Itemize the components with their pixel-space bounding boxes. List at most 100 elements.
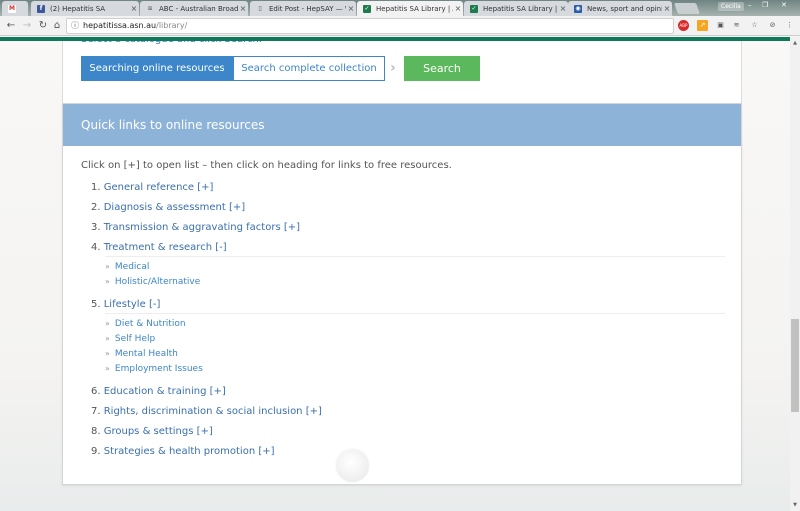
double-chevron-icon: » bbox=[105, 334, 110, 343]
quick-link-item: 2. Diagnosis & assessment [+] bbox=[91, 201, 725, 221]
tab-title: News, sport and opinion bbox=[587, 4, 662, 13]
gmail-icon: M bbox=[8, 4, 16, 13]
tab-title: Hepatitis SA Library | A n bbox=[483, 4, 558, 13]
quick-link-heading[interactable]: Groups & settings bbox=[104, 426, 194, 437]
scroll-down-arrow[interactable]: ▼ bbox=[791, 500, 799, 510]
browser-tab[interactable]: ✓ Hepatitis SA Library | A n× bbox=[357, 1, 463, 16]
item-number: 6. bbox=[91, 386, 101, 397]
sub-link-item: » Medical bbox=[105, 260, 725, 275]
expand-toggle[interactable]: [+] bbox=[197, 426, 213, 437]
quick-link-heading[interactable]: General reference bbox=[104, 182, 194, 193]
option-complete-collection[interactable]: Search complete collection bbox=[233, 56, 385, 81]
document-icon: ▯ bbox=[256, 4, 264, 13]
browser-tab[interactable]: ≋ ABC - Australian Broadc × bbox=[140, 1, 248, 16]
tab-title: Hepatitis SA Library | A n bbox=[376, 4, 453, 13]
tab-title: Edit Post - HepSAY — W bbox=[269, 4, 346, 13]
page-content: Select a catalogue and click Search. Sea… bbox=[0, 41, 790, 511]
sub-link-item: » Diet & Nutrition bbox=[105, 317, 725, 332]
expand-toggle[interactable]: [-] bbox=[215, 242, 226, 253]
quick-link-item: 3. Transmission & aggravating factors [+… bbox=[91, 221, 725, 241]
bookmark-star-icon[interactable]: ☆ bbox=[749, 20, 760, 31]
back-icon[interactable]: ← bbox=[4, 19, 18, 33]
expand-toggle[interactable]: [+] bbox=[284, 222, 300, 233]
buffer-icon[interactable]: ≋ bbox=[731, 20, 742, 31]
new-tab-button[interactable] bbox=[673, 3, 701, 14]
double-chevron-icon: » bbox=[105, 319, 110, 328]
quick-link-heading[interactable]: Lifestyle bbox=[104, 299, 146, 310]
loading-spinner bbox=[336, 449, 369, 482]
info-icon[interactable]: ⓘ bbox=[71, 19, 79, 33]
quick-link-item: 7. Rights, discrimination & social inclu… bbox=[91, 405, 725, 425]
close-tab-icon[interactable]: × bbox=[129, 4, 139, 13]
adblock-icon[interactable]: ABP bbox=[678, 20, 689, 31]
quick-links-panel: Quick links to online resources Click on… bbox=[62, 103, 742, 485]
item-number: 7. bbox=[91, 406, 101, 417]
expand-toggle[interactable]: [+] bbox=[197, 182, 213, 193]
quick-link-item: 6. Education & training [+] bbox=[91, 385, 725, 405]
reload-icon[interactable]: ↻ bbox=[36, 19, 50, 33]
quick-link-heading[interactable]: Rights, discrimination & social inclusio… bbox=[104, 406, 303, 417]
quick-links-list: 1. General reference [+] 2. Diagnosis & a… bbox=[91, 181, 725, 465]
item-number: 3. bbox=[91, 222, 101, 233]
scroll-up-arrow[interactable]: ▲ bbox=[791, 38, 799, 48]
browser-tab[interactable]: ✓ Hepatitis SA Library | A n× bbox=[464, 1, 568, 16]
close-tab-icon[interactable]: × bbox=[662, 4, 672, 13]
close-tab-icon[interactable]: × bbox=[238, 4, 248, 13]
expand-toggle[interactable]: [+] bbox=[210, 386, 226, 397]
forward-icon[interactable]: → bbox=[20, 19, 34, 33]
expand-toggle[interactable]: [+] bbox=[258, 446, 274, 457]
quick-link-heading[interactable]: Strategies & health promotion bbox=[104, 446, 255, 457]
close-tab-icon[interactable]: × bbox=[558, 4, 568, 13]
browser-tab[interactable]: M bbox=[2, 1, 28, 16]
url-host: hepatitissa.asn.au bbox=[83, 21, 157, 30]
page-scrollbar[interactable]: ▲ ▼ bbox=[790, 37, 800, 511]
tab-strip: Mf (2) Hepatitis SA × ≋ ABC - Australian Bro… bbox=[0, 0, 800, 16]
browser-tab[interactable]: ◉ News, sport and opinion× bbox=[568, 1, 672, 16]
search-button[interactable]: Search bbox=[404, 56, 480, 81]
expand-toggle[interactable]: [+] bbox=[229, 202, 245, 213]
restore-icon[interactable]: ❐ bbox=[762, 1, 768, 9]
extension-icon[interactable]: ▣ bbox=[715, 20, 726, 31]
quick-link-item: 8. Groups & settings [+] bbox=[91, 425, 725, 445]
sub-link[interactable]: Employment Issues bbox=[115, 364, 203, 374]
quick-link-heading[interactable]: Transmission & aggravating factors bbox=[104, 222, 281, 233]
sub-link[interactable]: Medical bbox=[115, 262, 149, 272]
close-tab-icon[interactable]: × bbox=[453, 4, 463, 13]
browser-toolbar: ← → ↻ ⌂ ⓘ hepatitissa.asn.au/library/ AB… bbox=[0, 16, 800, 36]
address-bar[interactable]: ⓘ hepatitissa.asn.au/library/ bbox=[66, 18, 674, 34]
option-online-resources[interactable]: Searching online resources bbox=[81, 56, 233, 81]
quick-link-heading[interactable]: Education & training bbox=[104, 386, 207, 397]
expand-toggle[interactable]: [-] bbox=[149, 299, 160, 310]
news-icon: ◉ bbox=[574, 4, 582, 13]
item-number: 8. bbox=[91, 426, 101, 437]
analytics-extension-icon[interactable]: ↗ bbox=[697, 20, 708, 31]
item-number: 9. bbox=[91, 446, 101, 457]
double-chevron-icon: » bbox=[105, 364, 110, 373]
sub-link[interactable]: Mental Health bbox=[115, 349, 178, 359]
menu-icon[interactable]: ⋮ bbox=[784, 20, 795, 31]
close-tab-icon[interactable]: × bbox=[346, 4, 356, 13]
expand-toggle[interactable]: [+] bbox=[306, 406, 322, 417]
sub-link[interactable]: Self Help bbox=[115, 334, 155, 344]
sub-link-item: » Mental Health bbox=[105, 347, 725, 362]
quick-link-heading[interactable]: Treatment & research bbox=[104, 242, 212, 253]
minimize-icon[interactable]: – bbox=[748, 1, 752, 9]
hepsa-icon: ✓ bbox=[470, 4, 478, 13]
sub-link-list: » Diet & Nutrition » Self Help » Mental Healt… bbox=[105, 313, 725, 377]
sub-link[interactable]: Diet & Nutrition bbox=[115, 319, 186, 329]
item-number: 2. bbox=[91, 202, 101, 213]
quick-link-heading[interactable]: Diagnosis & assessment bbox=[104, 202, 226, 213]
browser-tab[interactable]: ▯ Edit Post - HepSAY — W × bbox=[250, 1, 356, 16]
profile-badge[interactable]: Cecilia bbox=[718, 2, 744, 11]
close-window-icon[interactable]: ✕ bbox=[781, 1, 787, 9]
sub-link-item: » Self Help bbox=[105, 332, 725, 347]
scroll-thumb[interactable] bbox=[791, 319, 799, 412]
sub-link-list: » Medical » Holistic/Alternative bbox=[105, 256, 725, 290]
browser-tab[interactable]: f (2) Hepatitis SA × bbox=[31, 1, 139, 16]
sub-link[interactable]: Holistic/Alternative bbox=[115, 277, 200, 287]
compass-extension-icon[interactable]: ⊘ bbox=[767, 20, 778, 31]
abc-icon: ≋ bbox=[146, 4, 154, 13]
double-chevron-icon: » bbox=[105, 349, 110, 358]
home-icon[interactable]: ⌂ bbox=[50, 19, 64, 33]
chevron-right-icon: › bbox=[390, 60, 396, 76]
